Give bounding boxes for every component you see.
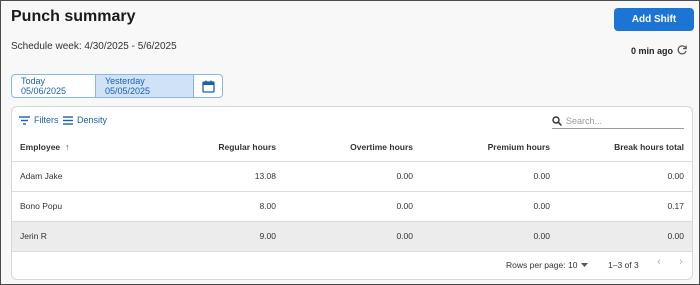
- employee-cell: Jerin R: [12, 221, 162, 252]
- break-hours-cell: 0.17: [558, 191, 692, 222]
- filters-button[interactable]: Filters: [19, 115, 59, 125]
- punch-summary-window: Punch summary Add Shift Schedule week: 4…: [0, 0, 700, 285]
- punch-table-panel: Filters Density Employee ↑: [11, 106, 693, 280]
- calendar-button[interactable]: [194, 75, 222, 97]
- add-shift-button[interactable]: Add Shift: [614, 8, 694, 31]
- regular-hours-cell: 13.08: [162, 161, 284, 192]
- column-header-employee[interactable]: Employee ↑: [12, 133, 162, 162]
- premium-hours-cell: 0.00: [421, 221, 558, 252]
- regular-hours-cell: 9.00: [162, 221, 284, 252]
- date-toggle: Today 05/06/2025 Yesterday 05/05/2025: [11, 74, 223, 98]
- rows-per-page-value: 10: [568, 260, 578, 270]
- filters-label: Filters: [34, 115, 59, 125]
- pagination-range: 1–3 of 3: [608, 260, 639, 270]
- employee-cell: Bono Popu: [12, 191, 162, 222]
- employee-cell: Adam Jake: [12, 161, 162, 192]
- break-hours-cell: 0.00: [558, 221, 692, 252]
- arrow-up-icon: ↑: [65, 141, 70, 152]
- premium-hours-cell: 0.00: [421, 191, 558, 222]
- column-header-overtime[interactable]: Overtime hours: [284, 133, 421, 162]
- search-icon: [552, 115, 562, 126]
- table-row[interactable]: Jerin R 9.00 0.00 0.00 0.00: [12, 221, 692, 252]
- refresh-icon[interactable]: [676, 44, 688, 56]
- table-row[interactable]: Adam Jake 13.08 0.00 0.00 0.00: [12, 161, 692, 192]
- overtime-hours-cell: 0.00: [284, 221, 421, 252]
- column-header-label: Employee: [20, 141, 61, 152]
- density-icon: [63, 115, 73, 125]
- yesterday-date-button[interactable]: Yesterday 05/05/2025: [96, 75, 194, 97]
- page-title: Punch summary: [11, 8, 136, 25]
- punch-table: Employee ↑ Regular hours Overtime hours P…: [12, 133, 692, 252]
- pagination-bar: Rows per page: 10 1–3 of 3 ‹ ›: [12, 252, 692, 276]
- overtime-hours-cell: 0.00: [284, 191, 421, 222]
- search-input[interactable]: [566, 115, 676, 126]
- column-header-premium[interactable]: Premium hours: [421, 133, 558, 162]
- filter-icon: [19, 115, 30, 125]
- overtime-hours-cell: 0.00: [284, 161, 421, 192]
- search-field: [552, 113, 684, 129]
- table-header-row: Employee ↑ Regular hours Overtime hours P…: [12, 133, 692, 162]
- rows-per-page-select[interactable]: 10: [568, 260, 589, 270]
- table-row[interactable]: Bono Popu 8.00 0.00 0.00 0.17: [12, 191, 692, 222]
- chevron-left-icon[interactable]: ‹: [652, 256, 666, 272]
- last-updated-label: 0 min ago: [631, 46, 674, 56]
- regular-hours-cell: 8.00: [162, 191, 284, 222]
- caret-down-icon: [581, 262, 589, 267]
- premium-hours-cell: 0.00: [421, 161, 558, 192]
- chevron-right-icon[interactable]: ›: [674, 256, 688, 272]
- column-header-regular[interactable]: Regular hours: [162, 133, 284, 162]
- schedule-week-label: Schedule week: 4/30/2025 - 5/6/2025: [11, 41, 177, 52]
- today-date-button[interactable]: Today 05/06/2025: [12, 75, 96, 97]
- column-header-break[interactable]: Break hours total: [558, 133, 692, 162]
- calendar-icon: [201, 80, 215, 93]
- density-label: Density: [77, 115, 108, 125]
- rows-per-page-label: Rows per page:: [506, 260, 566, 270]
- density-button[interactable]: Density: [63, 115, 107, 125]
- break-hours-cell: 0.00: [558, 161, 692, 192]
